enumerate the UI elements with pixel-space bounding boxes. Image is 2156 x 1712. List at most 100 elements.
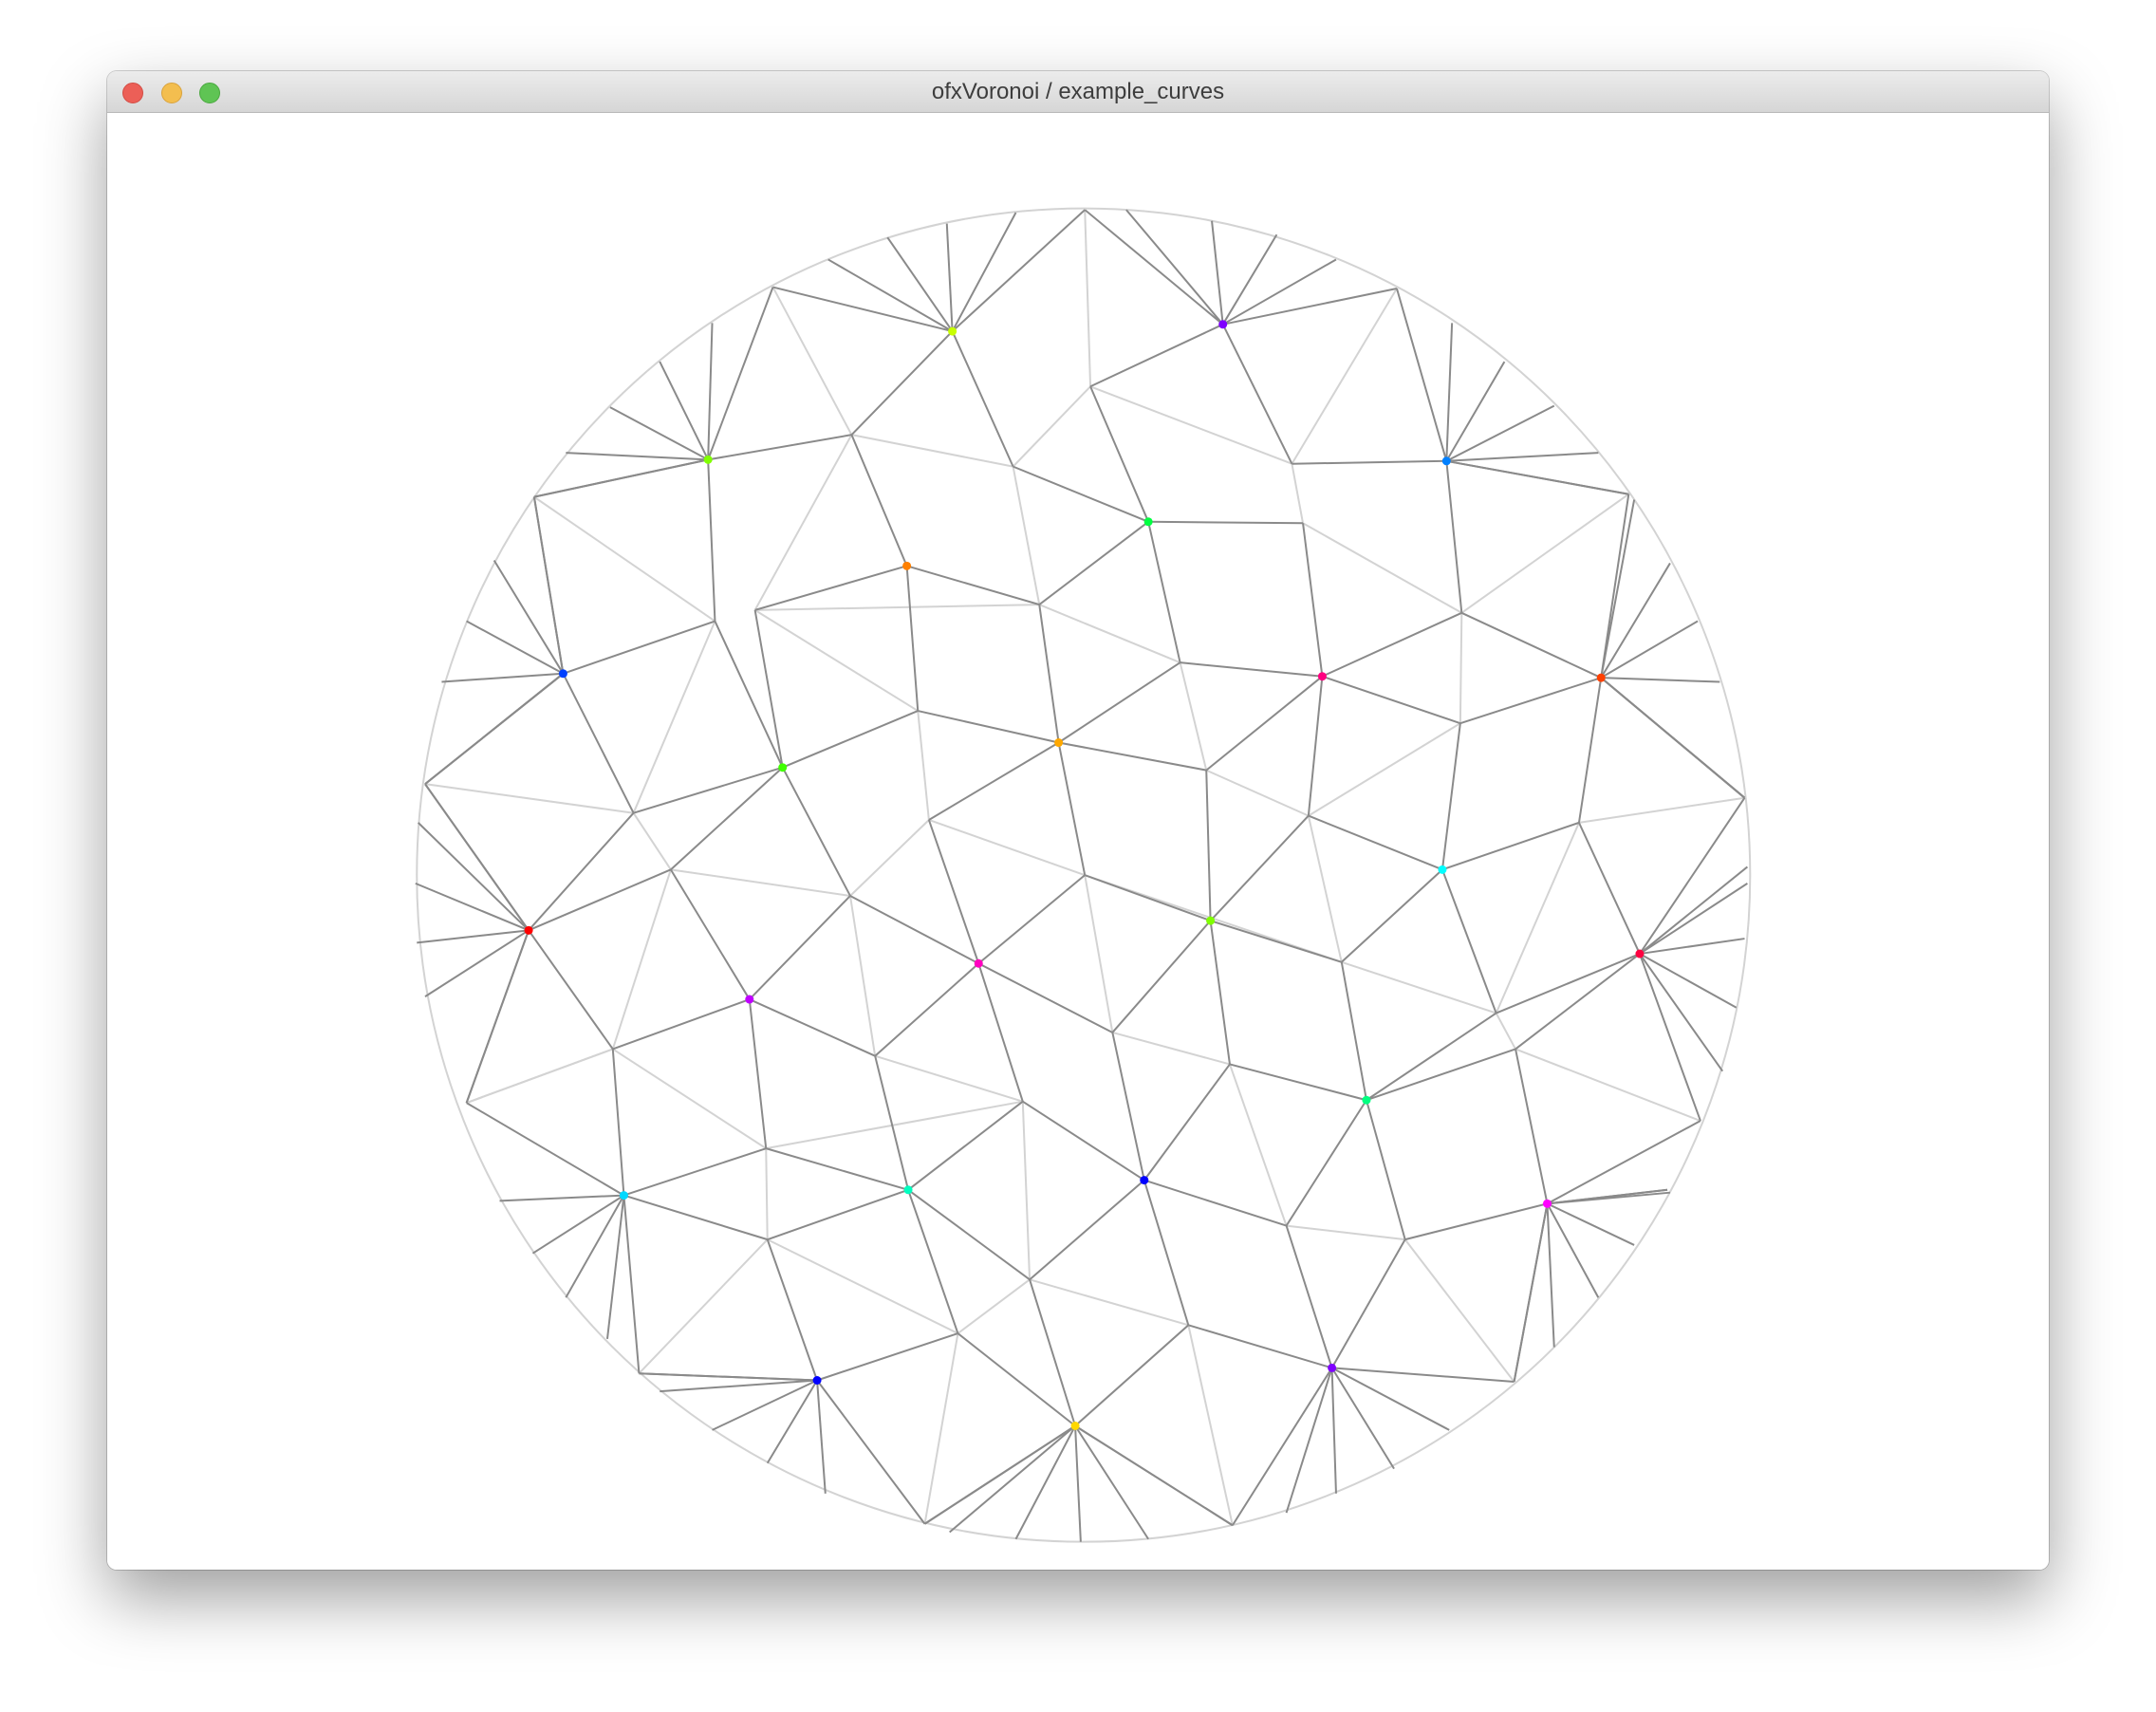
- site-edge: [1205, 770, 1212, 921]
- site-point: [1328, 1363, 1337, 1372]
- site-edge: [1148, 520, 1304, 525]
- rim-edge: [466, 620, 564, 675]
- site-edge: [639, 1372, 818, 1382]
- site-edge: [1365, 1099, 1406, 1240]
- cell-edge: [923, 1332, 959, 1524]
- cell-edge: [1179, 661, 1208, 771]
- cell-edge: [1341, 960, 1496, 1014]
- site-edge: [1180, 661, 1323, 678]
- site-edge: [1210, 920, 1343, 963]
- site-point: [1596, 673, 1606, 682]
- cell-edge: [917, 710, 930, 821]
- cell-edge: [957, 1278, 1031, 1334]
- rim-edge: [611, 1049, 625, 1196]
- cell-edge: [1084, 210, 1092, 387]
- site-point: [1542, 1199, 1552, 1208]
- site-edge: [1331, 1367, 1515, 1383]
- cell-edge: [612, 1048, 767, 1149]
- voronoi-canvas[interactable]: [107, 113, 2049, 1570]
- cell-edge: [1515, 1048, 1701, 1122]
- site-edge: [1446, 459, 1629, 495]
- cell-edge: [849, 819, 930, 897]
- rim-edge: [466, 1102, 624, 1197]
- cell-edge: [1038, 604, 1180, 664]
- rim-edge: [827, 258, 954, 332]
- rim-edge: [1014, 1425, 1076, 1540]
- rim-edge: [1639, 953, 1724, 1072]
- site-edge: [1285, 1225, 1333, 1368]
- site-edge: [850, 434, 908, 567]
- site-edge: [533, 458, 709, 498]
- rim-edge: [951, 212, 1017, 332]
- site-edge: [1057, 742, 1087, 876]
- site-point: [778, 763, 788, 772]
- rim-edge: [707, 323, 714, 460]
- site-edge: [1308, 814, 1443, 871]
- rim-edge: [1222, 258, 1337, 326]
- site-edge: [1341, 868, 1443, 963]
- site-edge: [754, 565, 907, 611]
- cell-edge: [1578, 796, 1745, 824]
- site-edge: [1209, 814, 1310, 921]
- title-bar[interactable]: ofxVoronoi / example_curves: [107, 71, 2049, 113]
- cell-edge: [1187, 1325, 1234, 1526]
- cell-edge: [638, 1238, 769, 1374]
- site-edge: [816, 1332, 958, 1382]
- site-edge: [1188, 1324, 1332, 1369]
- site-edge: [977, 962, 1024, 1102]
- rim-edge: [1330, 1367, 1395, 1470]
- site-point: [1441, 456, 1451, 466]
- cell-edge: [1084, 874, 1114, 1033]
- site-edge: [1366, 1048, 1516, 1102]
- site-edge: [782, 710, 919, 769]
- site-point: [524, 925, 533, 935]
- site-edge: [1292, 459, 1447, 465]
- cell-edge: [533, 495, 716, 623]
- cell-edge: [1291, 288, 1398, 465]
- site-edge: [907, 1188, 1031, 1281]
- site-edge: [1515, 1049, 1549, 1204]
- site-edge: [765, 1147, 909, 1191]
- rim-edge: [1125, 209, 1224, 326]
- rim-edge: [499, 1194, 624, 1202]
- site-edge: [528, 868, 672, 932]
- site-edge: [767, 1188, 909, 1241]
- cell-edge: [1307, 815, 1343, 963]
- site-edge: [633, 766, 783, 814]
- site-edge: [1143, 1180, 1190, 1326]
- site-edge: [1577, 678, 1603, 824]
- cell-edge: [1021, 1101, 1032, 1280]
- site-edge: [1232, 1367, 1333, 1526]
- rim-edge: [532, 496, 565, 674]
- site-edge: [918, 710, 1059, 744]
- rim-edge: [1547, 1202, 1635, 1246]
- rim-edge: [1639, 953, 1701, 1122]
- site-edge: [670, 766, 784, 871]
- site-edge: [528, 812, 635, 931]
- site-point: [948, 326, 957, 336]
- site-point: [745, 995, 754, 1004]
- site-edge: [1366, 1012, 1497, 1102]
- site-edge: [1445, 460, 1463, 613]
- site-edge: [1022, 1100, 1145, 1182]
- site-edge: [707, 459, 716, 622]
- rim-edge: [623, 1194, 768, 1241]
- site-edge: [1205, 675, 1324, 772]
- site-edge: [749, 895, 851, 1000]
- cell-edge: [1012, 466, 1041, 605]
- site-edge: [1111, 1032, 1145, 1181]
- rim-edge: [1074, 1424, 1234, 1527]
- site-edge: [1084, 209, 1224, 326]
- site-edge: [707, 287, 774, 460]
- cell-edge: [1029, 1278, 1189, 1327]
- site-edge: [928, 741, 1060, 821]
- site-point: [1438, 865, 1447, 874]
- voronoi-drawing: [415, 207, 1752, 1543]
- rim-edge: [1578, 822, 1641, 955]
- site-edge: [1322, 675, 1461, 725]
- site-point: [1635, 949, 1645, 958]
- site-edge: [1404, 1202, 1548, 1241]
- site-edge: [1321, 611, 1462, 678]
- site-edge: [951, 209, 1086, 332]
- site-edge: [707, 434, 852, 461]
